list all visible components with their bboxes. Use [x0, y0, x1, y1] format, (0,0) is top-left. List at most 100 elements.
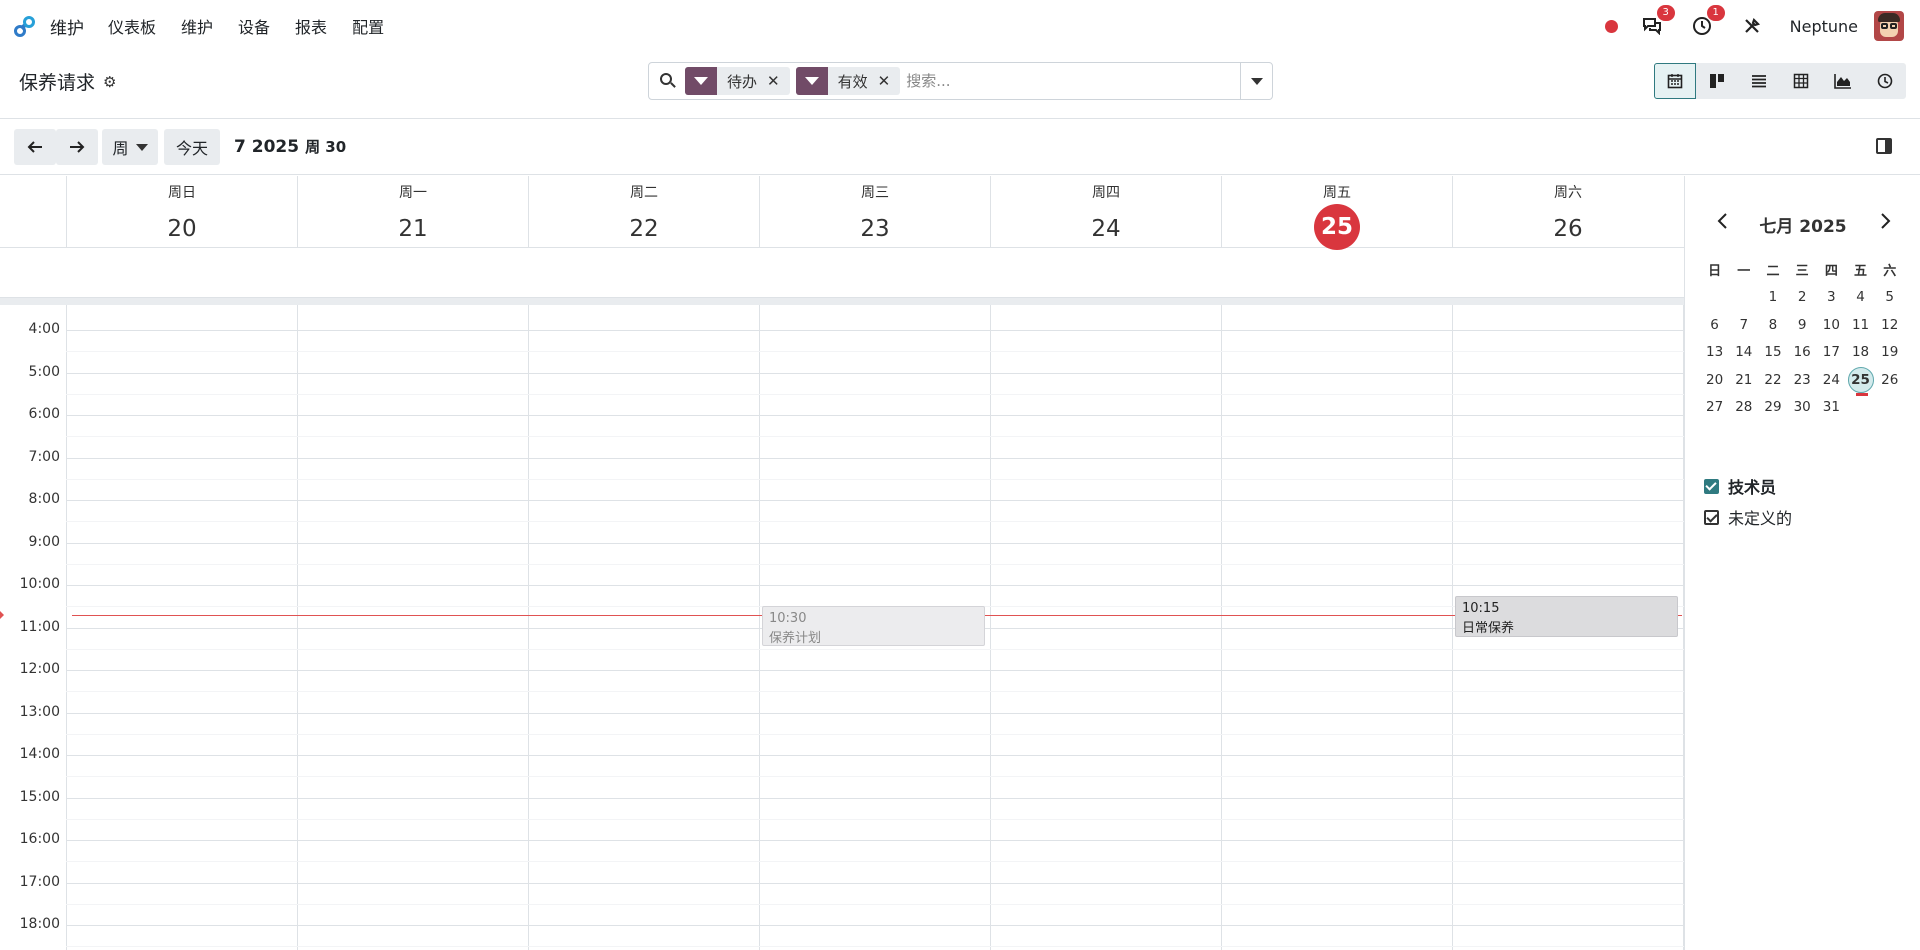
- mini-day[interactable]: 2: [1788, 289, 1817, 305]
- gear-icon[interactable]: ⚙: [103, 73, 116, 91]
- mini-day[interactable]: 18: [1846, 344, 1875, 360]
- sidebar-toggle-icon[interactable]: [1876, 138, 1892, 154]
- day-header[interactable]: 周三 23: [759, 176, 990, 247]
- mini-day[interactable]: 27: [1700, 399, 1729, 415]
- menu-equipment[interactable]: 设备: [238, 14, 270, 38]
- mini-day[interactable]: 22: [1758, 372, 1787, 388]
- mini-day[interactable]: 1: [1758, 289, 1787, 305]
- mini-day[interactable]: 14: [1729, 344, 1758, 360]
- mini-day[interactable]: 31: [1817, 399, 1846, 415]
- search-options-toggle[interactable]: [1240, 63, 1272, 99]
- remove-facet-icon[interactable]: ✕: [767, 72, 790, 90]
- calendar-event[interactable]: 10:30 保养计划: [762, 606, 985, 647]
- recording-indicator-icon[interactable]: [1604, 19, 1618, 33]
- mini-day[interactable]: 9: [1788, 317, 1817, 333]
- filter-icon: [795, 67, 828, 95]
- mini-day[interactable]: 17: [1817, 344, 1846, 360]
- next-button[interactable]: [56, 129, 98, 165]
- remove-facet-icon[interactable]: ✕: [878, 72, 901, 90]
- search-icon[interactable]: [659, 72, 677, 90]
- mini-day[interactable]: 16: [1788, 344, 1817, 360]
- app-name[interactable]: 维护: [50, 14, 84, 39]
- filter-undefined[interactable]: 未定义的: [1704, 505, 1792, 529]
- mini-day-number: 6: [1710, 316, 1719, 333]
- hour-gridline: [66, 882, 1684, 884]
- half-hour-gridline: [66, 946, 1684, 948]
- mini-day-number: 5: [1885, 289, 1895, 306]
- activities-clock-icon[interactable]: 1: [1690, 5, 1725, 38]
- mini-day[interactable]: 23: [1788, 372, 1817, 388]
- mini-day[interactable]: 20: [1700, 372, 1729, 388]
- day-header[interactable]: 周六 26: [1452, 176, 1683, 247]
- menu-maintenance[interactable]: 维护: [181, 14, 213, 38]
- mini-day[interactable]: 28: [1729, 399, 1758, 415]
- mini-day[interactable]: 8: [1758, 317, 1787, 333]
- week-calendar-grid: 周日 20 周一 21 周二 22 周三 23 周四 24 周五 25 周六 26 4:00 5:00 6:00…: [0, 176, 1685, 950]
- calendar-toolbar: 周 今天 7 2025 周 30: [0, 120, 1920, 175]
- menu-reporting[interactable]: 报表: [295, 14, 327, 38]
- mini-day[interactable]: 24: [1817, 372, 1846, 388]
- mini-day-number: 19: [1881, 344, 1899, 361]
- pivot-view-button[interactable]: [1780, 63, 1822, 99]
- mini-day[interactable]: 19: [1875, 344, 1904, 360]
- day-header[interactable]: 周二 22: [528, 176, 759, 247]
- search-input[interactable]: [906, 72, 1240, 90]
- filter-technician[interactable]: 技术员: [1704, 474, 1776, 498]
- hour-gridline: [66, 797, 1684, 799]
- menu-configuration[interactable]: 配置: [352, 14, 384, 38]
- half-hour-gridline: [66, 521, 1684, 523]
- previous-button[interactable]: [14, 129, 56, 165]
- mini-day[interactable]: 26: [1875, 372, 1904, 388]
- checkbox-checked-icon[interactable]: [1704, 509, 1719, 525]
- mini-day[interactable]: 15: [1758, 344, 1787, 360]
- day-name: 周一: [399, 185, 427, 201]
- user-name[interactable]: Neptune: [1790, 17, 1858, 36]
- search-bar: 待办 ✕ 有效 ✕: [648, 62, 1273, 100]
- graph-view-button[interactable]: [1822, 63, 1864, 99]
- mini-next-month-icon[interactable]: [1880, 212, 1892, 235]
- hour-gridline: [66, 457, 1684, 459]
- day-header[interactable]: 周五 25: [1221, 176, 1452, 250]
- mini-day[interactable]: 29: [1758, 399, 1787, 415]
- calendar-view-button[interactable]: [1654, 63, 1696, 99]
- day-header[interactable]: 周一 21: [297, 176, 528, 247]
- list-view-button[interactable]: [1738, 63, 1780, 99]
- mini-day[interactable]: 13: [1700, 344, 1729, 360]
- mini-day[interactable]: 12: [1875, 317, 1904, 333]
- pivot-view-icon: [1793, 73, 1809, 89]
- event-time: 10:15: [1462, 600, 1500, 616]
- mini-day[interactable]: 10: [1817, 317, 1846, 333]
- caret-down-icon: [1250, 77, 1263, 85]
- messages-icon[interactable]: 3: [1640, 5, 1675, 38]
- mini-day[interactable]: 3: [1817, 289, 1846, 305]
- mini-day[interactable]: 7: [1729, 317, 1758, 333]
- mini-day-number: 16: [1793, 344, 1811, 361]
- mini-day[interactable]: 4: [1846, 289, 1875, 305]
- date-range-label: 7 2025 周 30: [234, 136, 346, 157]
- checkbox-checked-icon[interactable]: [1704, 478, 1719, 494]
- mini-day[interactable]: 6: [1700, 317, 1729, 333]
- day-header[interactable]: 周四 24: [990, 176, 1221, 247]
- mini-day[interactable]: 11: [1846, 317, 1875, 333]
- hour-gridline: [66, 542, 1684, 544]
- all-day-row[interactable]: [0, 247, 1684, 297]
- today-button[interactable]: 今天: [164, 129, 220, 165]
- mini-day[interactable]: 21: [1729, 372, 1758, 388]
- menu-dashboard[interactable]: 仪表板: [108, 14, 156, 38]
- maintenance-app-logo-icon[interactable]: [12, 13, 38, 39]
- user-avatar[interactable]: [1874, 11, 1904, 41]
- mini-day[interactable]: 30: [1788, 399, 1817, 415]
- half-hour-gridline: [66, 691, 1684, 693]
- mini-day[interactable]: 5: [1875, 289, 1904, 305]
- calendar-event[interactable]: 10:15 日常保养: [1455, 595, 1678, 637]
- hour-label: 4:00: [28, 321, 60, 337]
- hour-label: 18:00: [19, 916, 60, 932]
- scale-dropdown[interactable]: 周: [102, 129, 158, 165]
- mini-day-today[interactable]: 25: [1846, 366, 1875, 396]
- week-number-label: 周 30: [305, 138, 347, 156]
- hour-label: 16:00: [19, 831, 60, 847]
- debug-tools-icon[interactable]: [1740, 14, 1764, 38]
- activity-view-button[interactable]: [1864, 63, 1906, 99]
- kanban-view-button[interactable]: [1696, 63, 1738, 99]
- day-header[interactable]: 周日 20: [66, 176, 297, 247]
